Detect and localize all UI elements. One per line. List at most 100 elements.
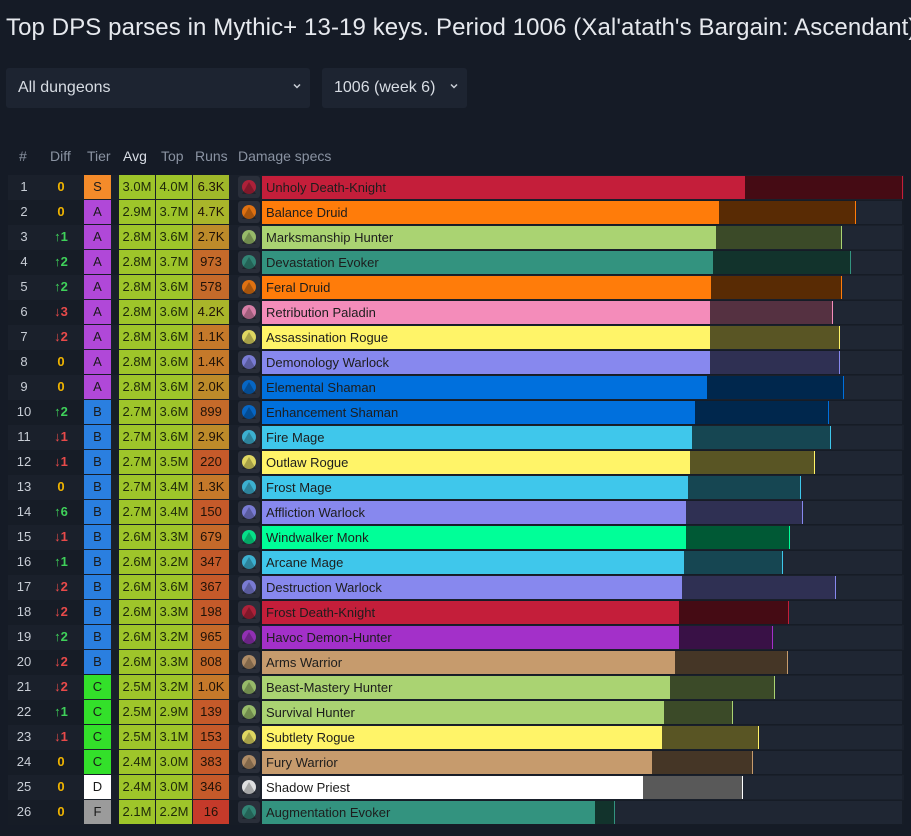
diff-cell: ↑2 [54, 404, 68, 419]
header-runs[interactable]: Runs [195, 148, 228, 164]
header-rank[interactable]: # [19, 148, 27, 164]
spec-bar[interactable]: Destruction Warlock [262, 576, 902, 599]
table-row[interactable]: 3 ↑1 A 2.8M 3.6M 2.7K Marksmanship Hunter [8, 225, 904, 250]
spec-bar[interactable]: Devastation Evoker [262, 251, 902, 274]
table-row[interactable]: 24 0 C 2.4M 3.0M 383 Fury Warrior [8, 750, 904, 775]
spec-bar[interactable]: Augmentation Evoker [262, 801, 902, 824]
table-row[interactable]: 10 ↑2 B 2.7M 3.6M 899 Enhancement Shaman [8, 400, 904, 425]
spec-bar[interactable]: Unholy Death-Knight [262, 176, 903, 199]
spec-bar[interactable]: Balance Druid [262, 201, 902, 224]
table-row[interactable]: 25 0 D 2.4M 3.0M 346 Shadow Priest [8, 775, 904, 800]
table-row[interactable]: 18 ↓2 B 2.6M 3.3M 198 Frost Death-Knight [8, 600, 904, 625]
spec-label: Fury Warrior [266, 755, 338, 770]
spec-bar[interactable]: Enhancement Shaman [262, 401, 902, 424]
header-top[interactable]: Top [161, 148, 184, 164]
spec-bar[interactable]: Elemental Shaman [262, 376, 902, 399]
runs-cell: 1.3K [193, 475, 229, 499]
diff-cell: 0 [57, 754, 65, 769]
spec-bar[interactable]: Demonology Warlock [262, 351, 902, 374]
header-avg[interactable]: Avg [123, 148, 147, 164]
table-row[interactable]: 14 ↑6 B 2.7M 3.4M 150 Affliction Warlock [8, 500, 904, 525]
table-row[interactable]: 2 0 A 2.9M 3.7M 4.7K Balance Druid [8, 200, 904, 225]
spec-bar[interactable]: Assassination Rogue [262, 326, 902, 349]
chevron-down-icon [450, 83, 458, 89]
table-row[interactable]: 4 ↑2 A 2.8M 3.7M 973 Devastation Evoker [8, 250, 904, 275]
table-row[interactable]: 8 0 A 2.8M 3.6M 1.4K Demonology Warlock [8, 350, 904, 375]
table-row[interactable]: 16 ↑1 B 2.6M 3.2M 347 Arcane Mage [8, 550, 904, 575]
period-select[interactable]: 1006 (week 6) [322, 68, 467, 108]
tier-badge: C [84, 675, 111, 699]
tier-badge: A [84, 250, 111, 274]
spec-bar[interactable]: Fire Mage [262, 426, 902, 449]
table-row[interactable]: 9 0 A 2.8M 3.6M 2.0K Elemental Shaman [8, 375, 904, 400]
spec-label: Affliction Warlock [266, 505, 365, 520]
runs-cell: 383 [193, 750, 229, 774]
spec-bar[interactable]: Frost Death-Knight [262, 601, 902, 624]
ww-monk-icon [238, 526, 260, 548]
avg-cell: 2.4M [119, 750, 155, 774]
rank-cell: 6 [20, 304, 28, 319]
spec-bar[interactable]: Frost Mage [262, 476, 902, 499]
table-row[interactable]: 6 ↓3 A 2.8M 3.6M 4.2K Retribution Paladin [8, 300, 904, 325]
table-row[interactable]: 21 ↓2 C 2.5M 3.2M 1.0K Beast-Mastery Hunter [8, 675, 904, 700]
header-tier[interactable]: Tier [87, 148, 111, 164]
runs-cell: 899 [193, 400, 229, 424]
tier-badge: B [84, 575, 111, 599]
spec-bar[interactable]: Feral Druid [262, 276, 902, 299]
fury-warrior-icon [238, 751, 260, 773]
rank-cell: 8 [20, 354, 28, 369]
runs-cell: 2.0K [193, 375, 229, 399]
avg-cell: 2.8M [119, 275, 155, 299]
dungeon-select[interactable]: All dungeons [6, 68, 310, 108]
spec-bar[interactable]: Fury Warrior [262, 751, 902, 774]
header-diff[interactable]: Diff [50, 148, 71, 164]
table-row[interactable]: 26 0 F 2.1M 2.2M 16 Augmentation Evoker [8, 800, 904, 825]
spec-bar[interactable]: Shadow Priest [262, 776, 902, 799]
avg-bar [262, 426, 692, 449]
table-row[interactable]: 5 ↑2 A 2.8M 3.6M 578 Feral Druid [8, 275, 904, 300]
top-cell: 3.6M [156, 375, 192, 399]
diff-cell: ↑2 [54, 254, 68, 269]
table-row[interactable]: 7 ↓2 A 2.8M 3.6M 1.1K Assassination Rogue [8, 325, 904, 350]
unholy-dk-icon [238, 176, 260, 198]
spec-bar[interactable]: Outlaw Rogue [262, 451, 902, 474]
table-row[interactable]: 13 0 B 2.7M 3.4M 1.3K Frost Mage [8, 475, 904, 500]
table-row[interactable]: 1 0 S 3.0M 4.0M 6.3K Unholy Death-Knight [8, 175, 904, 200]
table-row[interactable]: 20 ↓2 B 2.6M 3.3M 808 Arms Warrior [8, 650, 904, 675]
top-cell: 3.3M [156, 650, 192, 674]
table-row[interactable]: 19 ↑2 B 2.6M 3.2M 965 Havoc Demon-Hunter [8, 625, 904, 650]
spec-bar[interactable]: Subtlety Rogue [262, 726, 902, 749]
tier-badge: A [84, 200, 111, 224]
spec-bar[interactable]: Survival Hunter [262, 701, 902, 724]
ele-shaman-icon [238, 376, 260, 398]
tier-badge: B [84, 450, 111, 474]
tier-badge: B [84, 525, 111, 549]
avg-cell: 2.6M [119, 550, 155, 574]
table-row[interactable]: 17 ↓2 B 2.6M 3.6M 367 Destruction Warlock [8, 575, 904, 600]
diff-cell: ↓3 [54, 304, 68, 319]
table-row[interactable]: 22 ↑1 C 2.5M 2.9M 139 Survival Hunter [8, 700, 904, 725]
tier-badge: A [84, 375, 111, 399]
havoc-dh-icon [238, 626, 260, 648]
runs-cell: 6.3K [193, 175, 229, 199]
spec-bar[interactable]: Havoc Demon-Hunter [262, 626, 902, 649]
table-row[interactable]: 12 ↓1 B 2.7M 3.5M 220 Outlaw Rogue [8, 450, 904, 475]
spec-bar[interactable]: Windwalker Monk [262, 526, 902, 549]
spec-bar[interactable]: Arcane Mage [262, 551, 902, 574]
spec-label: Havoc Demon-Hunter [266, 630, 392, 645]
table-row[interactable]: 15 ↓1 B 2.6M 3.3M 679 Windwalker Monk [8, 525, 904, 550]
table-row[interactable]: 11 ↓1 B 2.7M 3.6M 2.9K Fire Mage [8, 425, 904, 450]
dungeon-select-value: All dungeons [18, 79, 111, 96]
avg-cell: 2.5M [119, 700, 155, 724]
table-row[interactable]: 23 ↓1 C 2.5M 3.1M 153 Subtlety Rogue [8, 725, 904, 750]
spec-label: Arcane Mage [266, 555, 344, 570]
spec-bar[interactable]: Retribution Paladin [262, 301, 902, 324]
tier-badge: B [84, 425, 111, 449]
rank-cell: 1 [20, 179, 28, 194]
spec-label: Unholy Death-Knight [266, 180, 386, 195]
spec-bar[interactable]: Affliction Warlock [262, 501, 902, 524]
spec-bar[interactable]: Marksmanship Hunter [262, 226, 902, 249]
top-cell: 3.6M [156, 425, 192, 449]
spec-bar[interactable]: Beast-Mastery Hunter [262, 676, 902, 699]
spec-bar[interactable]: Arms Warrior [262, 651, 902, 674]
